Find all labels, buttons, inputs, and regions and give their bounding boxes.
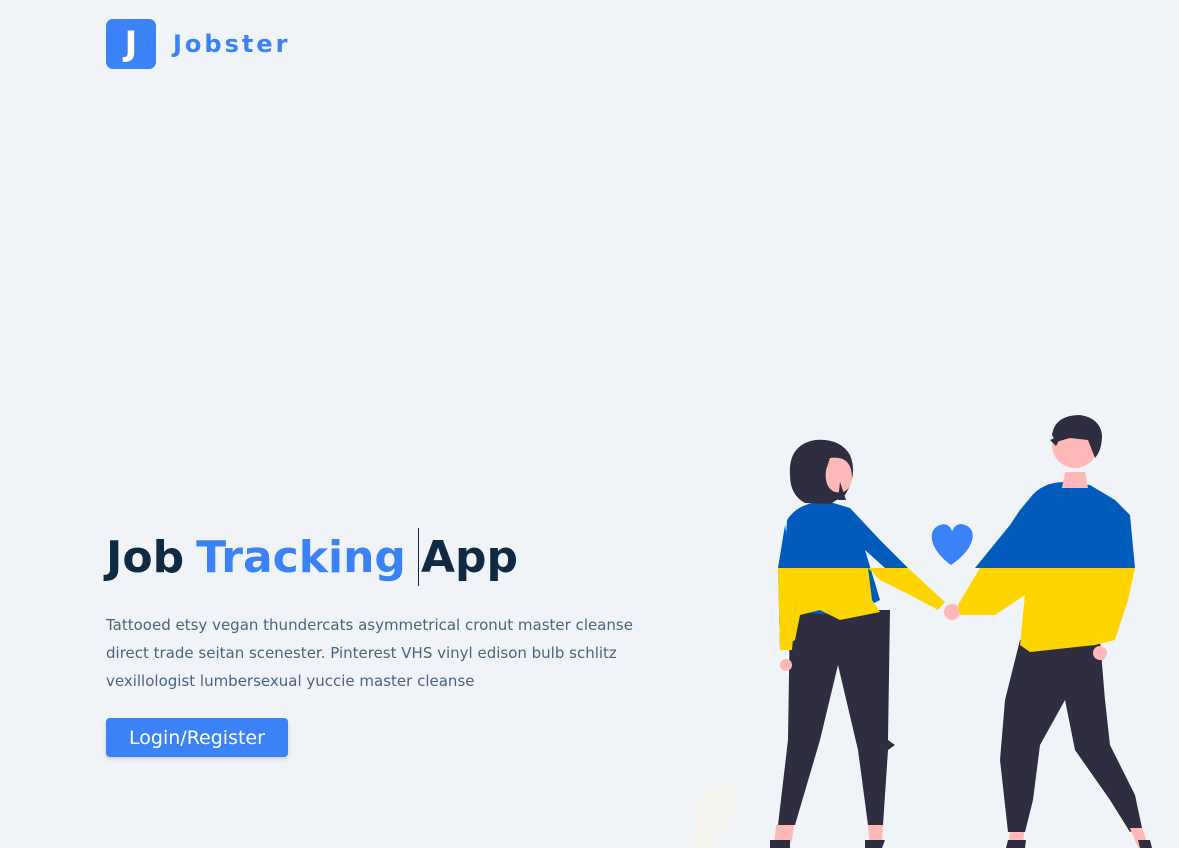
typing-cursor [417,528,419,586]
couple-holding-hands-illustration [690,415,1152,848]
logo-icon[interactable]: J [106,19,156,69]
title-accent: Tracking [196,531,406,583]
heart-icon [931,524,973,565]
navbar: J Jobster [106,19,290,69]
title-part-1: Job [106,531,185,583]
page-title: Job Tracking App [106,528,518,586]
hero-description: Tattooed etsy vegan thundercats asymmetr… [106,616,633,690]
title-part-2: App [420,531,518,583]
login-register-button[interactable]: Login/Register [106,718,288,757]
brand-name: Jobster [173,30,291,58]
